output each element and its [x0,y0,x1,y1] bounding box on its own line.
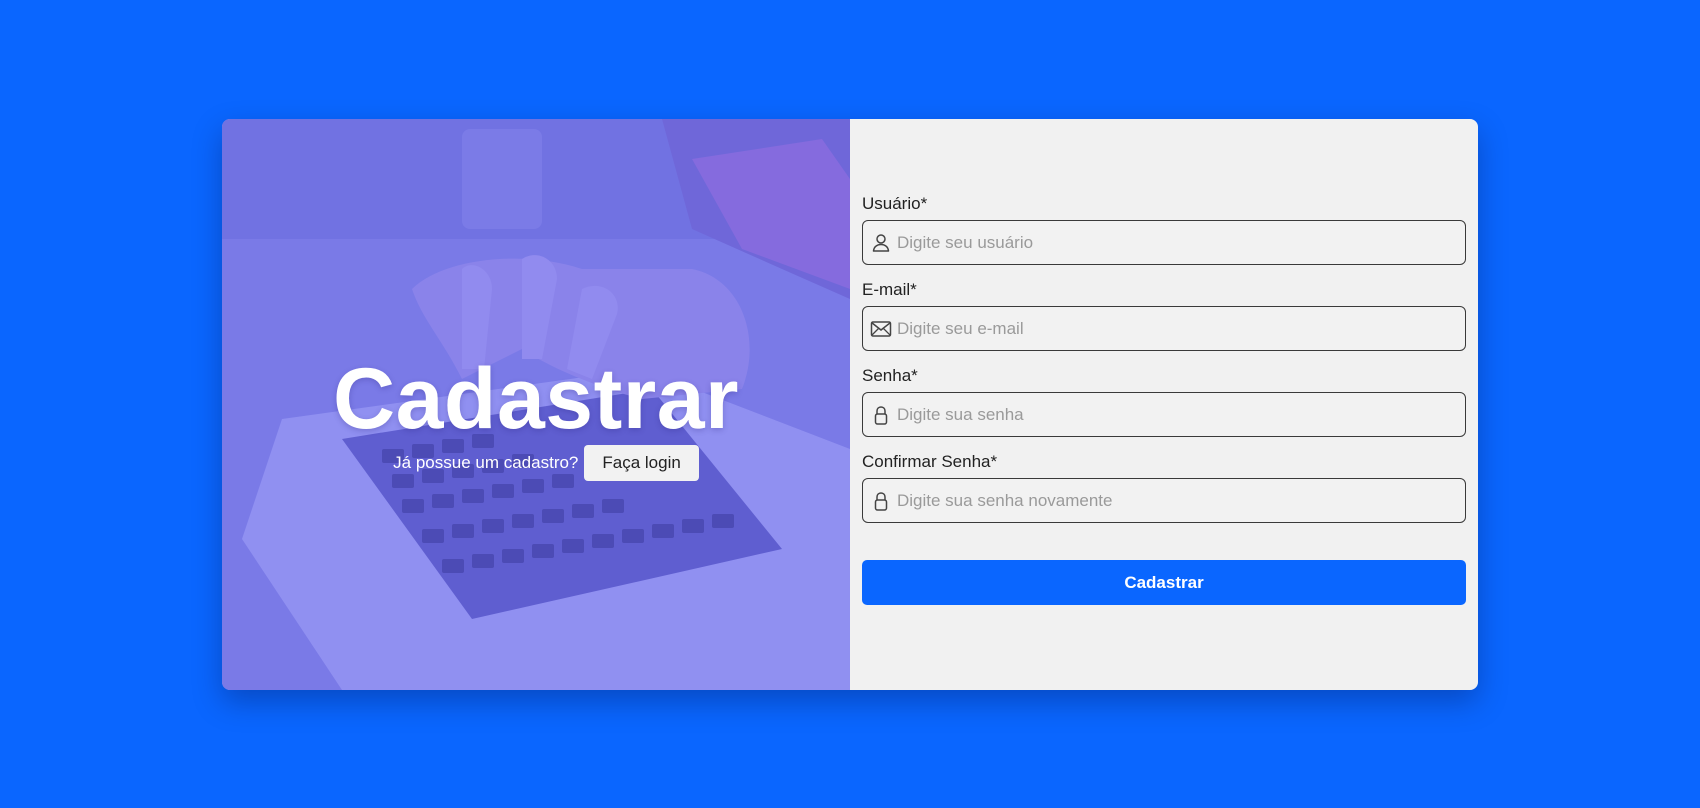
username-input-wrapper [862,220,1466,265]
register-button[interactable]: Cadastrar [862,560,1466,605]
mail-icon [870,321,892,337]
user-icon [872,234,890,252]
hero-content: Cadastrar Já possue um cadastro? Faça lo… [222,353,850,481]
password-input-wrapper [862,392,1466,437]
confirm-password-input-wrapper [862,478,1466,523]
username-input[interactable] [863,221,1465,264]
email-label: E-mail* [862,280,917,299]
login-button[interactable]: Faça login [584,445,699,481]
lock-icon [874,406,888,425]
email-field-group: E-mail* [862,280,1466,351]
username-field-group: Usuário* [862,194,1466,265]
password-label: Senha* [862,366,918,385]
confirm-password-field-group: Confirmar Senha* [862,452,1466,523]
email-input-wrapper [862,306,1466,351]
signup-form: Usuário* E-mail* Senha* [850,119,1478,690]
confirm-password-input[interactable] [863,479,1465,522]
password-field-group: Senha* [862,366,1466,437]
confirm-password-label: Confirmar Senha* [862,452,998,471]
hero-panel: Cadastrar Já possue um cadastro? Faça lo… [222,119,850,690]
username-label: Usuário* [862,194,928,213]
login-question: Já possue um cadastro? [393,453,579,472]
email-input[interactable] [863,307,1465,350]
hero-title: Cadastrar [332,351,740,447]
signup-card: Cadastrar Já possue um cadastro? Faça lo… [222,119,1478,690]
password-input[interactable] [863,393,1465,436]
login-prompt: Já possue um cadastro? Faça login [393,445,699,481]
lock-icon [874,492,888,511]
